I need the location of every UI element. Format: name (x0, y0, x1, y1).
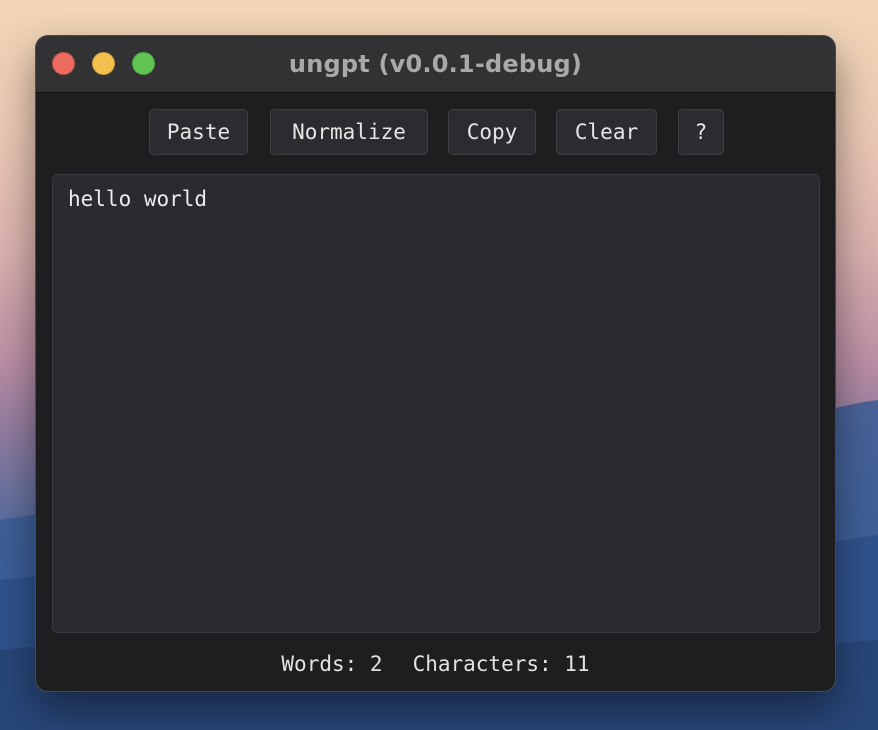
paste-button[interactable]: Paste (149, 109, 248, 155)
toolbar: Paste Normalize Copy Clear ? (36, 109, 835, 157)
maximize-window-button[interactable] (132, 52, 155, 75)
app-window: ungpt (v0.0.1-debug) Paste Normalize Cop… (36, 36, 835, 691)
text-editor[interactable]: hello world (52, 174, 820, 633)
close-window-button[interactable] (52, 52, 75, 75)
word-count: Words: 2 (281, 652, 383, 676)
title-bar[interactable]: ungpt (v0.0.1-debug) (36, 36, 835, 93)
help-button[interactable]: ? (678, 109, 724, 155)
normalize-button[interactable]: Normalize (270, 109, 428, 155)
window-title: ungpt (v0.0.1-debug) (288, 50, 583, 78)
minimize-window-button[interactable] (92, 52, 115, 75)
status-bar: Words: 2 Characters: 11 (36, 649, 835, 679)
clear-button[interactable]: Clear (556, 109, 657, 155)
window-controls (52, 52, 155, 75)
copy-button[interactable]: Copy (448, 109, 536, 155)
character-count: Characters: 11 (412, 652, 590, 676)
